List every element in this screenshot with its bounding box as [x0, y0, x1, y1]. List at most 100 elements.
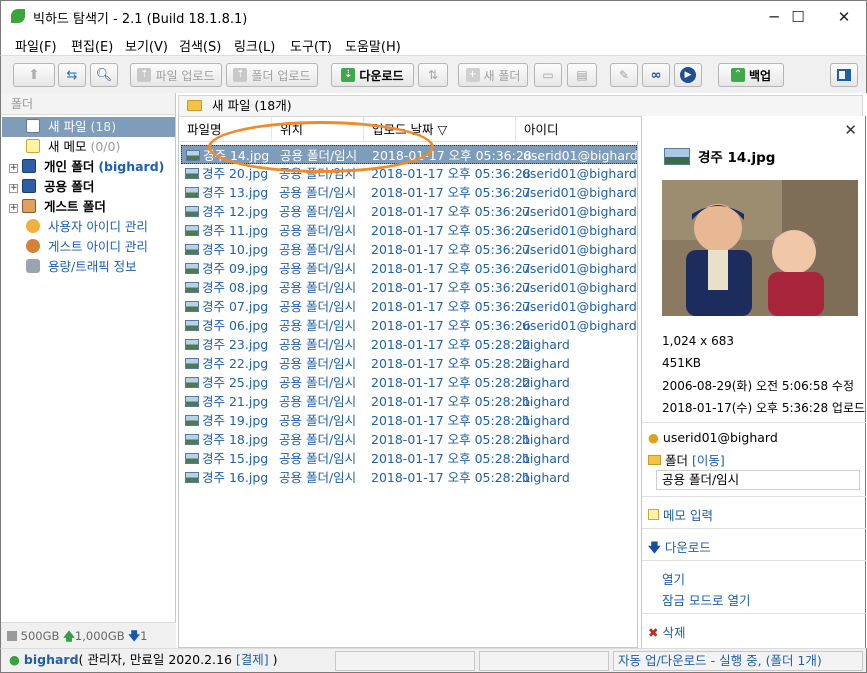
- open-locked-link[interactable]: 잠금 모드로 열기: [662, 590, 750, 609]
- user-icon: ●: [9, 652, 20, 667]
- table-row[interactable]: 경주 21.jpg 공용 폴더/임시 2018-01-17 오후 05:28:21 b…: [181, 392, 637, 411]
- memo-input-link[interactable]: 메모 입력: [663, 508, 713, 523]
- delete-row[interactable]: ✖ 삭제: [648, 622, 685, 641]
- menu-tools[interactable]: 도구(T): [290, 36, 332, 55]
- table-row[interactable]: 경주 18.jpg 공용 폴더/임시 2018-01-17 오후 05:28:21 b…: [181, 430, 637, 449]
- cell-upload-date: 2018-01-17 오후 05:36:27: [371, 278, 531, 297]
- table-row[interactable]: 경주 19.jpg 공용 폴더/임시 2018-01-17 오후 05:28:21 b…: [181, 411, 637, 430]
- new-folder-button[interactable]: + 새 폴더: [458, 63, 528, 87]
- edit-button[interactable]: ✎: [610, 63, 638, 87]
- divider: [642, 422, 866, 423]
- cell-upload-date: 2018-01-17 오후 05:36:27: [371, 259, 531, 278]
- cell-filename: 경주 16.jpg: [185, 468, 268, 487]
- cell-id: userid01@bighard: [522, 240, 637, 259]
- rename-button[interactable]: ▭: [534, 63, 562, 87]
- menu-file[interactable]: 파일(F): [15, 36, 57, 55]
- tree-item-new-files[interactable]: 새 파일 (18): [2, 117, 175, 137]
- table-row[interactable]: 경주 10.jpg 공용 폴더/임시 2018-01-17 오후 05:36:27 u…: [181, 240, 637, 259]
- tree-item-public-folder[interactable]: 공용 폴더: [2, 177, 175, 197]
- table-row[interactable]: 경주 16.jpg 공용 폴더/임시 2018-01-17 오후 05:28:21 b…: [181, 468, 637, 487]
- panel-toggle-button[interactable]: [830, 63, 858, 87]
- file-list-panel: 새 파일 (18개) 파일명 위치 업로드 날짜 ▽ 아이디 경주 14.jpg…: [178, 93, 863, 648]
- table-row[interactable]: 경주 15.jpg 공용 폴더/임시 2018-01-17 오후 05:28:21 b…: [181, 449, 637, 468]
- table-row[interactable]: 경주 22.jpg 공용 폴더/임시 2018-01-17 오후 05:28:22 b…: [181, 354, 637, 373]
- tree-item-guest-id-manage[interactable]: 게스트 아이디 관리: [2, 237, 175, 257]
- properties-button[interactable]: ▤: [567, 63, 597, 87]
- cell-upload-date: 2018-01-17 오후 05:36:26: [371, 316, 531, 335]
- tree-item-usage-info[interactable]: 용량/트래픽 정보: [2, 257, 175, 277]
- folder-row: 폴더 [이동]: [648, 450, 725, 469]
- tree-item-guest-folder[interactable]: 게스트 폴더: [2, 197, 175, 217]
- download-link[interactable]: 다운로드: [665, 540, 711, 555]
- image-file-icon: [185, 415, 199, 426]
- cell-filename: 경주 14.jpg: [186, 146, 269, 165]
- path-bar: 새 파일 (18개): [178, 95, 863, 117]
- maximize-button[interactable]: ☐: [775, 1, 821, 32]
- close-button[interactable]: ✕: [821, 1, 867, 32]
- open-link[interactable]: 열기: [662, 569, 685, 588]
- table-row[interactable]: 경주 12.jpg 공용 폴더/임시 2018-01-17 오후 05:36:27 u…: [181, 202, 637, 221]
- tree-label: 개인 폴더: [43, 159, 95, 174]
- preview-image[interactable]: [662, 180, 858, 316]
- play-button[interactable]: ▶: [674, 63, 702, 87]
- menu-search[interactable]: 검색(S): [179, 36, 221, 55]
- download-button[interactable]: ⇣ 다운로드: [331, 63, 414, 87]
- cell-location: 공용 폴더/임시: [279, 411, 356, 430]
- table-row[interactable]: 경주 09.jpg 공용 폴더/임시 2018-01-17 오후 05:36:27 u…: [181, 259, 637, 278]
- table-row[interactable]: 경주 11.jpg 공용 폴더/임시 2018-01-17 오후 05:36:27 u…: [181, 221, 637, 240]
- menu-help[interactable]: 도움말(H): [345, 36, 401, 55]
- image-file-icon: [185, 396, 199, 407]
- search-button[interactable]: 🔍︎: [90, 63, 118, 87]
- delete-link[interactable]: 삭제: [662, 625, 685, 640]
- arrow-up-icon: 🡅︎: [63, 629, 75, 643]
- menu-view[interactable]: 보기(V): [125, 36, 168, 55]
- user-status: ● bighard( 관리자, 만료일 2020.2.16 [결제] ): [9, 651, 329, 671]
- table-row[interactable]: 경주 08.jpg 공용 폴더/임시 2018-01-17 오후 05:36:27 u…: [181, 278, 637, 297]
- up-folder-button[interactable]: ⬆: [13, 63, 55, 87]
- link-button[interactable]: ∞: [642, 63, 670, 87]
- menu-link[interactable]: 링크(L): [234, 36, 275, 55]
- memo-row[interactable]: 메모 입력: [648, 505, 713, 524]
- tree-item-new-memo[interactable]: 새 메모 (0/0): [2, 137, 175, 157]
- close-preview-icon[interactable]: ✕: [844, 121, 857, 139]
- pay-link[interactable]: [결제]: [236, 652, 269, 667]
- table-row[interactable]: 경주 06.jpg 공용 폴더/임시 2018-01-17 오후 05:36:26 u…: [181, 316, 637, 335]
- col-header-name[interactable]: 파일명: [179, 117, 272, 142]
- tree-item-personal-folder[interactable]: 개인 폴더 (bighard): [2, 157, 175, 177]
- table-row[interactable]: 경주 13.jpg 공용 폴더/임시 2018-01-17 오후 05:36:27 u…: [181, 183, 637, 202]
- table-row[interactable]: 경주 20.jpg 공용 폴더/임시 2018-01-17 오후 05:36:28 u…: [181, 164, 637, 183]
- backup-button[interactable]: ⌃ 백업: [718, 63, 784, 87]
- transfer-button[interactable]: ⇅: [418, 63, 448, 87]
- preview-panel: ✕ 경주 14.jpg 1,024 x 683 451KB 2006-08-29…: [641, 116, 866, 648]
- search-icon: 🔍︎: [95, 67, 113, 83]
- cell-filename-text: 경주 14.jpg: [203, 148, 270, 163]
- cell-id-text: userid01@bighard: [522, 261, 637, 276]
- upload-value: 1,000GB: [74, 629, 125, 643]
- pencil-icon: ✎: [618, 68, 630, 82]
- table-row[interactable]: 경주 07.jpg 공용 폴더/임시 2018-01-17 오후 05:36:27 u…: [181, 297, 637, 316]
- table-row[interactable]: 경주 23.jpg 공용 폴더/임시 2018-01-17 오후 05:28:22 b…: [181, 335, 637, 354]
- cell-id: bighard: [522, 449, 570, 468]
- refresh-button[interactable]: ⇆: [58, 63, 86, 87]
- file-table: 파일명 위치 업로드 날짜 ▽ 아이디 경주 14.jpg 공용 폴더/임시 201…: [178, 117, 639, 648]
- file-upload-button[interactable]: ⇡ 파일 업로드: [130, 63, 222, 87]
- cell-filename: 경주 25.jpg: [185, 373, 268, 392]
- tree-count: (18): [90, 119, 117, 134]
- cell-location-text: 공용 폴더/임시: [279, 432, 357, 447]
- download-row[interactable]: 🡇︎ 다운로드: [648, 537, 711, 560]
- folder-upload-button[interactable]: ⇡ 폴더 업로드: [226, 63, 318, 87]
- col-header-upload-date[interactable]: 업로드 날짜 ▽: [364, 117, 516, 142]
- folder-move-link[interactable]: [이동]: [692, 453, 725, 468]
- cell-upload-date: 2018-01-17 오후 05:28:21: [371, 468, 531, 487]
- image-file-icon: [185, 358, 199, 369]
- col-header-location[interactable]: 위치: [272, 117, 364, 142]
- tree-item-user-id-manage[interactable]: 사용자 아이디 관리: [2, 217, 175, 237]
- table-row[interactable]: 경주 25.jpg 공용 폴더/임시 2018-01-17 오후 05:28:22 b…: [181, 373, 637, 392]
- image-file-icon: [186, 150, 200, 161]
- menu-edit[interactable]: 편집(E): [71, 36, 113, 55]
- col-header-id[interactable]: 아이디: [516, 117, 638, 142]
- tree-count: (0/0): [90, 139, 121, 154]
- cell-id: userid01@bighard: [522, 259, 637, 278]
- table-row[interactable]: 경주 14.jpg 공용 폴더/임시 2018-01-17 오후 05:36:28 u…: [181, 145, 638, 165]
- tree-label: 게스트 아이디 관리: [47, 239, 148, 254]
